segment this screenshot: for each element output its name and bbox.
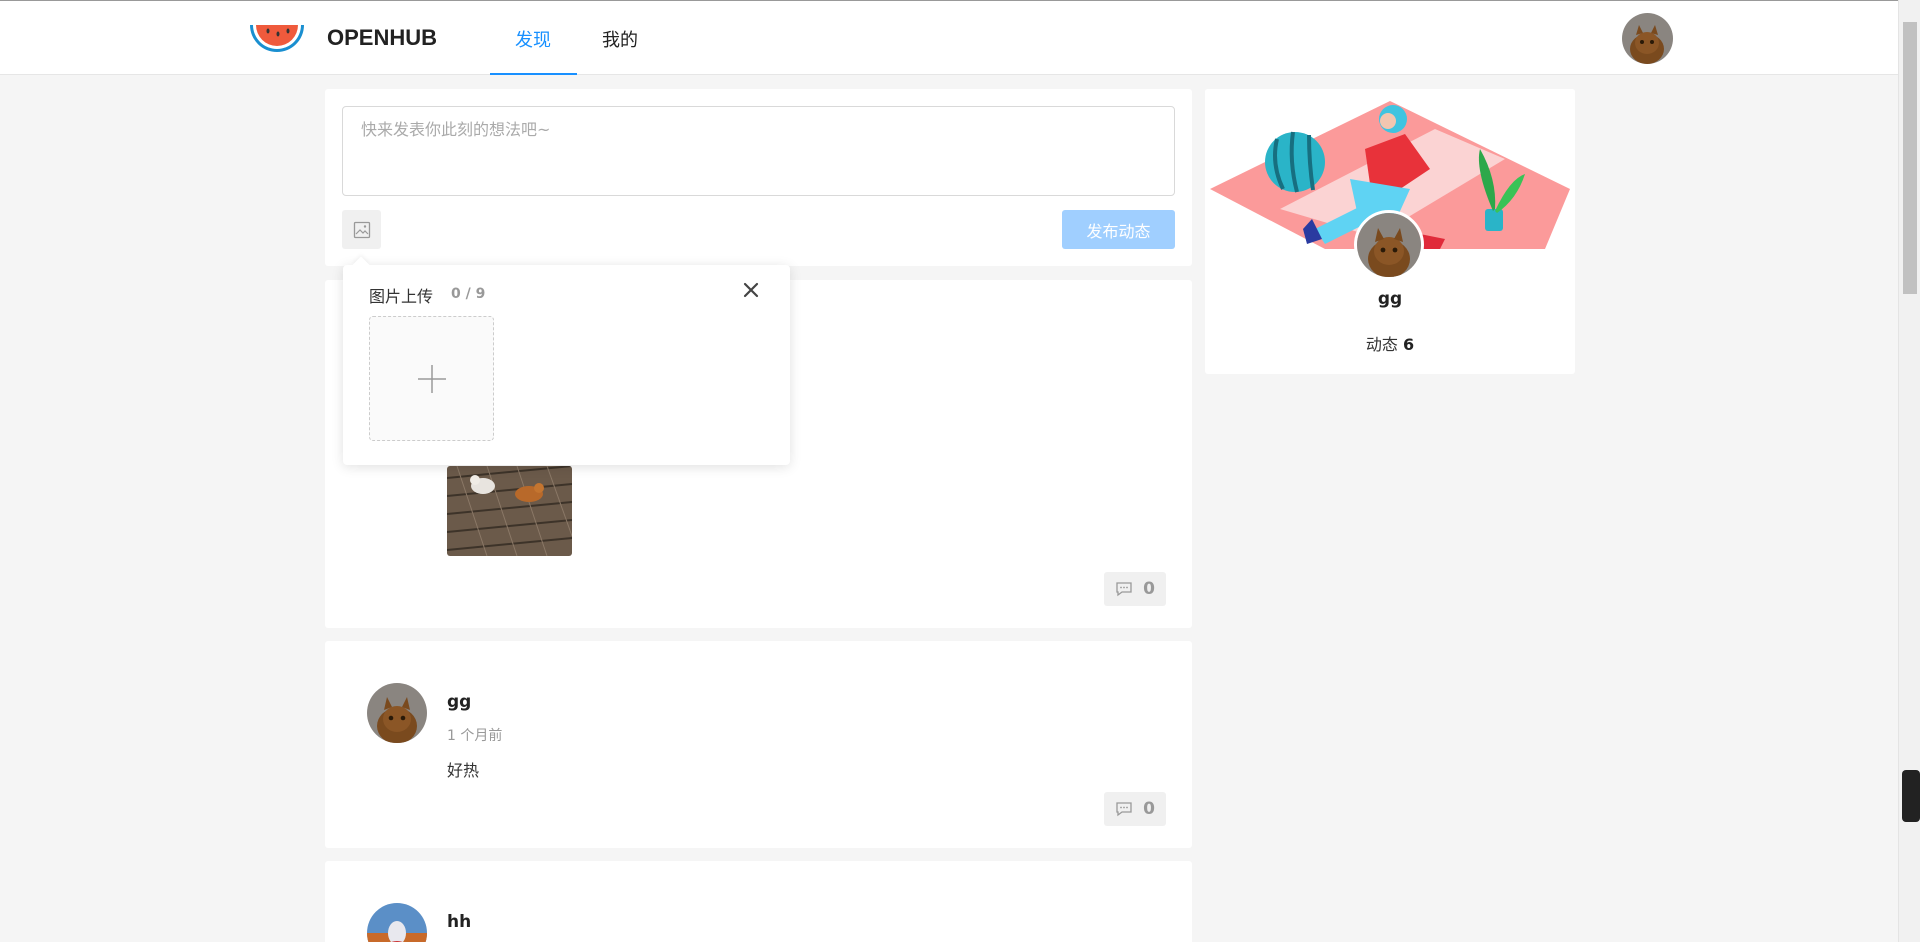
stats-count: 6	[1402, 335, 1415, 354]
publish-button[interactable]: 发布动态	[1062, 210, 1175, 249]
watermelon-logo-icon[interactable]	[248, 21, 306, 55]
cat-avatar-icon	[1622, 13, 1673, 64]
comment-icon	[1116, 582, 1132, 597]
ultraman-avatar-icon	[367, 903, 427, 942]
post-composer: 快来发表你此刻的想法吧~ 发布动态	[325, 89, 1192, 266]
comment-button[interactable]: 0	[1104, 792, 1166, 826]
post-image[interactable]	[447, 466, 572, 556]
comment-icon	[1116, 802, 1132, 817]
tab-mine[interactable]: 我的	[602, 26, 638, 52]
top-nav-bar: OPENHUB 发现 我的	[0, 0, 1898, 75]
post-author[interactable]: hh	[447, 912, 471, 932]
image-icon	[353, 221, 370, 238]
profile-avatar[interactable]	[1354, 210, 1424, 280]
post-card: gg 1 个月前 好热 0	[325, 641, 1192, 848]
author-avatar[interactable]	[367, 903, 427, 942]
comment-count: 0	[1143, 579, 1155, 599]
comment-count: 0	[1143, 799, 1155, 819]
post-time: 1 个月前	[447, 728, 503, 744]
image-upload-button[interactable]	[342, 210, 381, 249]
post-card: hh	[325, 861, 1192, 942]
cats-on-roof-image	[447, 466, 572, 556]
post-content: 好热	[447, 761, 480, 780]
author-avatar[interactable]	[367, 683, 427, 743]
active-tab-indicator	[490, 73, 577, 75]
post-text-input[interactable]: 快来发表你此刻的想法吧~	[342, 106, 1175, 196]
stats-label: 动态	[1365, 335, 1398, 354]
floating-widget[interactable]	[1902, 770, 1920, 822]
upload-count: 0 / 9	[451, 286, 486, 302]
tab-discover[interactable]: 发现	[515, 26, 551, 52]
post-author[interactable]: gg	[447, 692, 471, 712]
user-avatar[interactable]	[1622, 13, 1673, 64]
profile-card: gg 动态 6	[1205, 89, 1575, 374]
close-icon[interactable]	[740, 279, 762, 301]
add-image-button[interactable]	[369, 316, 494, 441]
comment-button[interactable]: 0	[1104, 572, 1166, 606]
brand-name[interactable]: OPENHUB	[327, 25, 437, 51]
scrollbar-thumb[interactable]	[1903, 22, 1917, 294]
profile-post-stats: 动态 6	[1205, 331, 1575, 355]
popover-title: 图片上传	[369, 287, 434, 306]
plus-icon	[417, 364, 446, 393]
image-upload-popover: 图片上传 0 / 9	[343, 256, 790, 465]
cat-avatar-icon	[367, 683, 427, 743]
profile-name[interactable]: gg	[1205, 289, 1575, 309]
cat-avatar-icon	[1357, 213, 1421, 277]
